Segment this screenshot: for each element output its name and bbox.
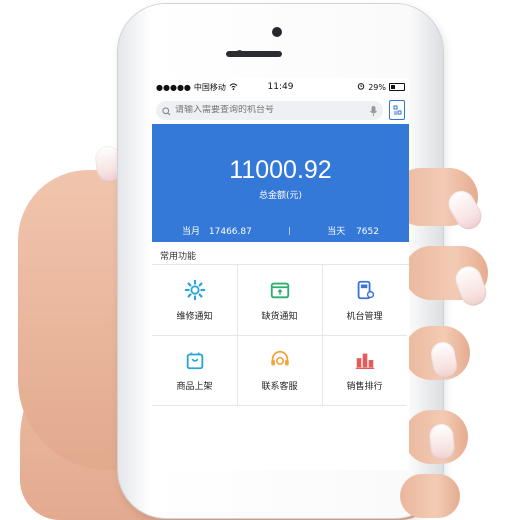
function-grid: 维修通知 缺货通知 机台管理 商品上架 联系客服 销售排行 bbox=[152, 264, 409, 407]
finger-4-nail bbox=[428, 423, 456, 461]
summary-stats: 当月 17466.87 当天 7652 bbox=[152, 224, 409, 237]
gear-icon bbox=[184, 279, 205, 300]
headset-icon bbox=[270, 350, 289, 365]
function-label: 机台管理 bbox=[346, 311, 383, 322]
status-time: 11:49 bbox=[267, 82, 294, 92]
function-label: 商品上架 bbox=[176, 381, 213, 392]
search-icon bbox=[162, 101, 171, 120]
month-value: 17466.87 bbox=[208, 227, 252, 237]
phone-camera bbox=[272, 27, 282, 37]
total-amount-label: 总金额(元) bbox=[258, 191, 303, 201]
month-stat[interactable]: 当月 17466.87 bbox=[182, 224, 252, 237]
summary-banner: 11000.92 总金额(元) 当月 17466.87 当天 7652 bbox=[152, 124, 409, 242]
function-label: 维修通知 bbox=[176, 311, 213, 322]
battery-icon bbox=[389, 83, 405, 91]
app-screen: ●●●●● 中国移动 11:49 29% 请输入需要查询的机台号 11000.9… bbox=[152, 78, 409, 470]
today-stat[interactable]: 当天 7652 bbox=[327, 224, 379, 237]
machine-icon bbox=[357, 280, 374, 299]
function-product-listing[interactable]: 商品上架 bbox=[152, 335, 238, 406]
scan-button[interactable] bbox=[389, 100, 405, 120]
function-label: 销售排行 bbox=[346, 381, 383, 392]
microphone-icon[interactable] bbox=[370, 101, 377, 120]
phone-speaker bbox=[226, 51, 282, 57]
search-row bbox=[152, 96, 409, 124]
scan-icon bbox=[393, 105, 401, 114]
function-repair-notice[interactable]: 维修通知 bbox=[152, 265, 238, 336]
function-label: 联系客服 bbox=[261, 381, 298, 392]
today-value: 7652 bbox=[356, 227, 379, 237]
search-box[interactable] bbox=[156, 100, 383, 120]
status-bar: ●●●●● 中国移动 11:49 29% bbox=[152, 78, 409, 96]
function-sales-ranking[interactable]: 销售排行 bbox=[322, 335, 407, 406]
function-stockout-notice[interactable]: 缺货通知 bbox=[237, 265, 323, 336]
finger-5 bbox=[400, 474, 460, 518]
search-input[interactable] bbox=[175, 105, 366, 115]
function-machine-management[interactable]: 机台管理 bbox=[322, 265, 407, 336]
month-label: 当月 bbox=[182, 227, 201, 237]
function-contact-support[interactable]: 联系客服 bbox=[237, 335, 323, 406]
ranking-icon bbox=[355, 353, 374, 369]
stats-divider bbox=[289, 226, 291, 235]
total-amount: 11000.92 bbox=[229, 156, 332, 184]
shopping-bag-icon bbox=[186, 352, 203, 369]
box-icon bbox=[270, 282, 289, 298]
today-label: 当天 bbox=[327, 227, 346, 237]
section-title: 常用功能 bbox=[160, 252, 197, 262]
function-label: 缺货通知 bbox=[261, 311, 298, 322]
